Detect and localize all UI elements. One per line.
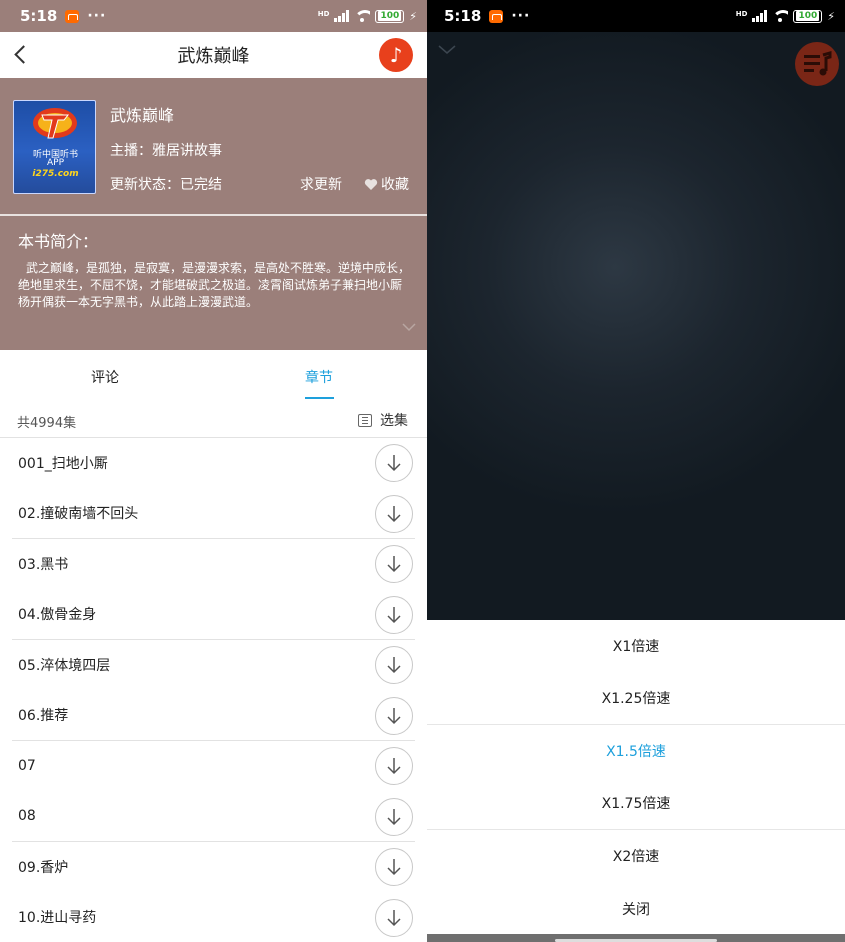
list-item[interactable]: 001_扫地小厮 <box>12 438 415 489</box>
list-icon <box>358 413 372 427</box>
speed-option-1-5x[interactable]: X1.5倍速 <box>427 725 845 778</box>
list-item[interactable]: 08 <box>12 792 415 842</box>
wifi-icon <box>354 10 371 22</box>
list-item[interactable]: 10.进山寻药 <box>12 893 415 942</box>
status-bar: 5:18 ··· HD 100 ⚡ <box>0 0 427 32</box>
cover-text-3: i275.com <box>32 169 79 179</box>
intro-text: 武之巅峰，是孤独，是寂寞，是漫漫求索，是高处不胜寒。逆境中成长，绝地里求生，不屈… <box>18 261 411 309</box>
download-icon[interactable] <box>375 444 413 482</box>
download-icon[interactable] <box>375 494 413 533</box>
network-label: HD <box>735 9 748 18</box>
status-time: 5:18 <box>20 7 58 25</box>
download-icon[interactable] <box>375 848 413 886</box>
speed-menu: X1倍速 X1.25倍速 X1.5倍速 X1.75倍速 X2倍速 关闭 <box>427 620 845 942</box>
list-item[interactable]: 03.黑书 <box>12 539 415 590</box>
tab-active-indicator <box>305 397 334 399</box>
download-icon[interactable] <box>375 797 413 836</box>
intro-title: 本书简介： <box>18 232 99 251</box>
chapter-title: 02.撞破南墙不回头 <box>18 506 139 523</box>
list-item[interactable]: 06.推荐 <box>12 691 415 741</box>
page-title: 武炼巅峰 <box>177 46 250 67</box>
player-background <box>427 32 845 620</box>
player-screen: 5:18 ··· HD 100 ⚡ X1倍速 X1.25倍速 X1.5倍速 X1… <box>427 0 845 942</box>
list-item[interactable]: 04.傲骨金身 <box>12 590 415 640</box>
book-host: 主播：雅居讲故事 <box>110 143 222 159</box>
signal-icon <box>334 10 350 22</box>
title-bar: 武炼巅峰 ♪ <box>0 32 427 78</box>
speed-option-1-75x[interactable]: X1.75倍速 <box>427 778 845 830</box>
request-update-button[interactable]: 求更新 <box>300 174 342 194</box>
tab-chapter[interactable]: 章节 <box>305 367 333 387</box>
chapter-title: 08 <box>18 808 36 825</box>
status-dots: ··· <box>511 8 531 24</box>
chapter-title: 05.淬体境四层 <box>18 658 111 675</box>
download-icon[interactable] <box>375 595 413 634</box>
favorite-button[interactable]: 收藏 <box>364 174 409 194</box>
heart-icon <box>364 178 378 190</box>
chapter-title: 04.傲骨金身 <box>18 607 97 624</box>
status-indicators: HD 100 ⚡ <box>317 9 417 23</box>
download-icon[interactable] <box>375 646 413 684</box>
list-item[interactable]: 07 <box>12 741 415 792</box>
download-icon[interactable] <box>375 696 413 735</box>
battery-level: 100 <box>796 11 820 21</box>
download-icon[interactable] <box>375 747 413 785</box>
speed-option-1-25x[interactable]: X1.25倍速 <box>427 673 845 725</box>
tab-bar: 评论 章节 <box>0 350 427 402</box>
chapter-title: 03.黑书 <box>18 557 69 574</box>
signal-icon <box>752 10 768 22</box>
favorite-label: 收藏 <box>381 177 409 193</box>
list-item[interactable]: 05.淬体境四层 <box>12 640 415 691</box>
back-icon[interactable] <box>12 45 30 63</box>
tab-comment[interactable]: 评论 <box>91 367 119 387</box>
chapter-title: 09.香炉 <box>18 860 69 877</box>
mi-icon <box>489 9 504 23</box>
playlist-icon[interactable] <box>795 42 839 86</box>
select-episode-label: 选集 <box>380 413 408 429</box>
chapter-title: 10.进山寻药 <box>18 910 97 927</box>
chevron-down-icon[interactable] <box>402 322 416 332</box>
chapter-list: 001_扫地小厮 02.撞破南墙不回头 03.黑书 04.傲骨金身 05.淬体境… <box>0 438 427 942</box>
book-cover: 听中国听书 APP i275.com <box>13 100 96 194</box>
cover-logo-icon <box>33 108 77 139</box>
book-detail-screen: 5:18 ··· HD 100 ⚡ 武炼巅峰 ♪ 听中国听书 APP i275.… <box>0 0 427 942</box>
panel-divider <box>0 214 427 216</box>
music-note-icon[interactable]: ♪ <box>379 38 413 72</box>
chevron-down-icon[interactable] <box>437 44 457 56</box>
cover-text-2: APP <box>46 158 64 168</box>
list-item[interactable]: 02.撞破南墙不回头 <box>12 489 415 539</box>
battery-icon: 100 <box>375 9 405 23</box>
list-item[interactable]: 09.香炉 <box>12 842 415 893</box>
status-bar: 5:18 ··· HD 100 ⚡ <box>427 0 845 32</box>
charging-icon: ⚡ <box>827 9 835 23</box>
download-icon[interactable] <box>375 545 413 583</box>
speed-menu-close-button[interactable]: 关闭 <box>427 883 845 936</box>
charging-icon: ⚡ <box>409 9 417 23</box>
speed-option-1x[interactable]: X1倍速 <box>427 620 845 673</box>
book-info-panel: 听中国听书 APP i275.com 武炼巅峰 主播：雅居讲故事 更新状态：已完… <box>0 78 427 350</box>
playlist-glyph <box>804 51 832 76</box>
status-dots: ··· <box>87 8 107 24</box>
speed-option-2x[interactable]: X2倍速 <box>427 830 845 883</box>
chapter-count: 共4994集 <box>17 416 77 431</box>
mi-icon <box>65 9 80 23</box>
wifi-icon <box>772 10 789 22</box>
status-indicators: HD 100 ⚡ <box>735 9 835 23</box>
book-name: 武炼巅峰 <box>110 106 175 125</box>
battery-icon: 100 <box>793 9 823 23</box>
battery-level: 100 <box>378 11 402 21</box>
chapter-title: 001_扫地小厮 <box>18 456 108 473</box>
select-episode-button[interactable]: 选集 <box>358 410 408 430</box>
network-label: HD <box>317 9 330 18</box>
chapter-title: 06.推荐 <box>18 708 69 725</box>
book-update-state: 更新状态：已完结 <box>110 177 222 193</box>
chapter-count-row: 共4994集 选集 <box>0 402 427 438</box>
chapter-title: 07 <box>18 758 36 775</box>
download-icon[interactable] <box>375 898 413 937</box>
status-time: 5:18 <box>444 7 482 25</box>
app-screens: 5:18 ··· HD 100 ⚡ 武炼巅峰 ♪ 听中国听书 APP i275.… <box>0 0 845 942</box>
